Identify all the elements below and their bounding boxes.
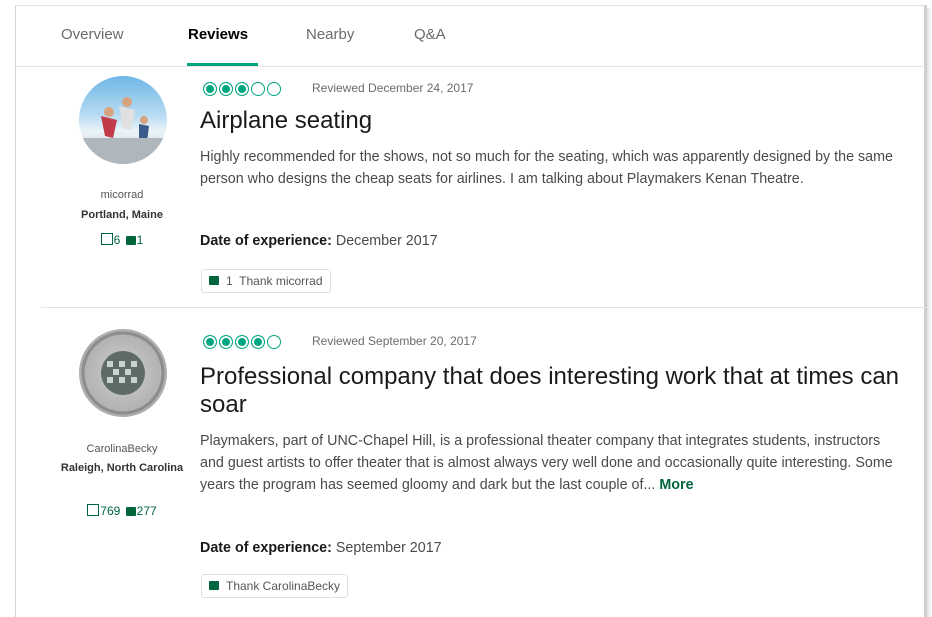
rating-bubble-icon <box>235 334 249 349</box>
window-shadow <box>927 8 932 617</box>
date-label: Date of experience: <box>200 233 332 249</box>
date-label: Date of experience: <box>200 540 332 556</box>
thank-label: Thank micorrad <box>239 274 323 288</box>
review-divider <box>41 307 926 308</box>
date-of-experience: Date of experience: December 2017 <box>200 233 438 249</box>
reviewer-name[interactable]: CarolinaBecky <box>46 443 198 455</box>
rating-bubble-icon <box>267 334 281 349</box>
reviewer-location: Portland, Maine <box>81 209 163 221</box>
rating-bubble-icon <box>203 81 217 96</box>
rating-bubble-icon <box>235 81 249 96</box>
write-review-icon <box>100 233 113 245</box>
rating-bubble-icon <box>203 334 217 349</box>
rating-bubble-icon <box>267 81 281 96</box>
review-body: Playmakers, part of UNC-Chapel Hill, is … <box>200 430 900 496</box>
avatar[interactable] <box>79 329 167 417</box>
reviewed-date: Reviewed September 20, 2017 <box>312 334 477 348</box>
helpful-vote-count: 277 <box>136 504 157 518</box>
tab-reviews[interactable]: Reviews <box>188 26 248 43</box>
helpful-vote-icon <box>125 507 136 516</box>
rating-bubble-icon <box>251 334 265 349</box>
reviewer-name[interactable]: micorrad <box>46 189 198 201</box>
reviewed-date: Reviewed December 24, 2017 <box>312 81 474 95</box>
rating-bubble-icon <box>251 81 265 96</box>
reviewer-stats: 769 277 <box>46 504 198 518</box>
review-text: Highly recommended for the shows, not so… <box>200 149 893 187</box>
review-body: Highly recommended for the shows, not so… <box>200 146 900 190</box>
contribution-count: 6 <box>113 233 121 247</box>
rating-bubbles <box>203 333 283 349</box>
active-tab-indicator <box>187 63 258 66</box>
thumbs-up-icon <box>209 276 219 285</box>
thank-count: 1 <box>226 274 233 288</box>
date-value: December 2017 <box>335 233 438 249</box>
reviewer-stats: 6 1 <box>46 233 198 247</box>
review-text: Playmakers, part of UNC-Chapel Hill, is … <box>200 433 893 493</box>
contribution-count: 769 <box>100 504 121 518</box>
date-value: September 2017 <box>335 540 442 556</box>
rating-bubble-icon <box>219 334 233 349</box>
rating-bubble-icon <box>219 81 233 96</box>
helpful-vote-icon <box>125 236 136 245</box>
tab-bar: Overview Reviews Nearby Q&A <box>16 6 926 67</box>
thank-button[interactable]: Thank CarolinaBecky <box>201 574 349 598</box>
avatar-photo <box>79 97 167 164</box>
thank-label: Thank CarolinaBecky <box>226 579 341 593</box>
reviews-panel: Overview Reviews Nearby Q&A micorrad Por… <box>15 5 927 617</box>
date-of-experience: Date of experience: September 2017 <box>200 540 442 556</box>
review-title[interactable]: Professional company that does interesti… <box>200 363 900 419</box>
tab-overview[interactable]: Overview <box>61 26 124 43</box>
write-review-icon <box>87 504 100 516</box>
helpful-vote-count: 1 <box>136 233 144 247</box>
avatar[interactable] <box>79 76 167 164</box>
tab-nearby[interactable]: Nearby <box>306 26 354 43</box>
rating-bubbles <box>203 80 283 96</box>
thumbs-up-icon <box>209 581 219 590</box>
tab-qa[interactable]: Q&A <box>414 26 446 43</box>
review-title[interactable]: Airplane seating <box>200 107 900 135</box>
more-link[interactable]: More <box>659 477 693 493</box>
avatar-photo <box>81 331 165 415</box>
reviewer-location: Raleigh, North Carolina <box>60 462 184 474</box>
thank-button[interactable]: 1 Thank micorrad <box>201 269 331 293</box>
